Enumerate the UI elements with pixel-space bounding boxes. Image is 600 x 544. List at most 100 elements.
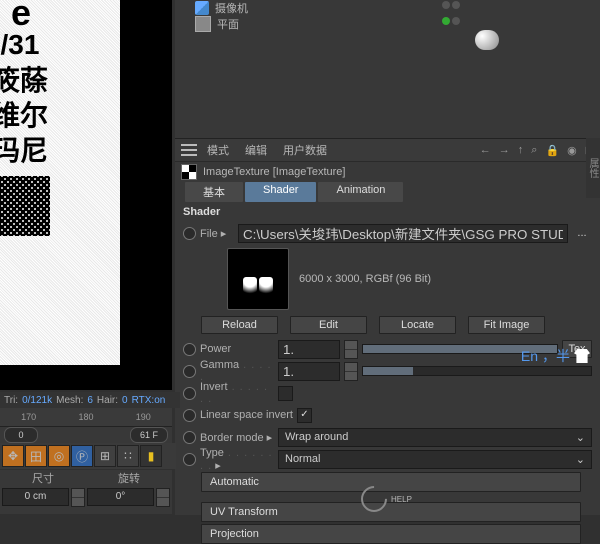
anim-dot[interactable] xyxy=(183,431,196,444)
edit-button[interactable]: Edit xyxy=(290,316,367,334)
new-icon[interactable]: ◉ xyxy=(567,144,577,157)
fit-image-button[interactable]: Fit Image xyxy=(468,316,545,334)
viewport[interactable]: e /31 筱蒢 维尔 玛尼 xyxy=(0,0,172,390)
timeline-ruler[interactable]: 170 180 190 xyxy=(0,408,172,427)
reload-button[interactable]: Reload xyxy=(201,316,278,334)
invert-checkbox[interactable] xyxy=(278,386,293,401)
rotation-header: 旋转 xyxy=(86,470,172,488)
file-info: 6000 x 3000, RGBf (96 Bit) xyxy=(299,273,431,285)
projection-button[interactable]: Projection xyxy=(201,524,581,544)
size-x-input[interactable]: 0 cm xyxy=(2,488,69,506)
menu-mode[interactable]: 模式 xyxy=(207,142,229,158)
hamburger-icon[interactable] xyxy=(181,144,197,156)
tool-dots-icon[interactable]: ∷ xyxy=(117,445,139,467)
tab-basic[interactable]: 基本 xyxy=(185,182,243,202)
tab-animation[interactable]: Animation xyxy=(318,182,403,202)
nav-up-icon[interactable]: ↑ xyxy=(518,144,524,157)
hair-value: 0 xyxy=(122,395,128,406)
border-mode-row: Border mode ▸ Wrap around⌄ xyxy=(175,426,600,448)
tool-axis-icon[interactable]: 田 xyxy=(25,445,47,467)
power-input[interactable] xyxy=(278,340,340,359)
preview-cn3: 玛尼 xyxy=(0,133,48,168)
gamma-spinner[interactable] xyxy=(344,362,358,381)
type-label: Type . . . . . . . . ▸ xyxy=(200,447,274,472)
material-thumb-icon[interactable] xyxy=(475,30,499,50)
linear-invert-row: Linear space invert ✓ xyxy=(175,404,600,426)
gamma-slider[interactable] xyxy=(362,366,592,376)
tool-circle-icon[interactable]: ◎ xyxy=(48,445,70,467)
chevron-down-icon: ⌄ xyxy=(576,431,585,444)
timeline[interactable]: 170 180 190 0 61 F xyxy=(0,408,172,443)
preview-date: /31 xyxy=(1,29,40,61)
fps-display[interactable]: 61 F xyxy=(130,427,168,443)
power-spinner[interactable] xyxy=(344,340,358,359)
object-title: ImageTexture [ImageTexture] xyxy=(203,166,345,178)
hierarchy-row-plane[interactable]: 平面 xyxy=(175,16,600,32)
chevron-down-icon: ⌄ xyxy=(576,453,585,466)
anim-dot[interactable] xyxy=(183,409,196,422)
tick: 170 xyxy=(21,412,36,422)
nav-back-icon[interactable]: ← xyxy=(480,144,491,157)
tool-p-icon[interactable]: Ⓟ xyxy=(71,445,93,467)
visibility-dots[interactable] xyxy=(442,1,480,15)
tab-shader[interactable]: Shader xyxy=(245,182,316,202)
tool-move-icon[interactable]: ✥ xyxy=(2,445,24,467)
anim-dot[interactable] xyxy=(183,453,196,466)
search-icon[interactable]: ⌕ xyxy=(531,144,537,157)
side-tab[interactable]: 属性 xyxy=(586,138,600,198)
tool-render-icon[interactable]: ▮ xyxy=(140,445,162,467)
camera-label: 摄像机 xyxy=(215,0,248,16)
ime-text: ，半 xyxy=(542,346,570,366)
menu-edit[interactable]: 编辑 xyxy=(245,142,267,158)
menu-userdata[interactable]: 用户数据 xyxy=(283,142,327,158)
invert-label: Invert . . . . . . . xyxy=(200,381,274,405)
invert-row: Invert . . . . . . . xyxy=(175,382,600,404)
preview-cn2: 维尔 xyxy=(0,98,48,133)
qr-code xyxy=(0,176,50,236)
help-label: HELP xyxy=(391,495,412,504)
section-shader: Shader xyxy=(175,202,600,222)
hierarchy-row-camera[interactable]: 摄像机 xyxy=(175,0,600,16)
plane-label: 平面 xyxy=(217,16,239,32)
gamma-input[interactable] xyxy=(278,362,340,381)
file-path-input[interactable] xyxy=(238,224,568,243)
type-row: Type . . . . . . . . ▸ Normal⌄ xyxy=(175,448,600,470)
anim-dot[interactable] xyxy=(183,365,196,378)
shirt-icon xyxy=(574,349,590,363)
attr-toolbar: 模式 编辑 用户数据 ← → ↑ ⌕ 🔒 ◉ ⊞ xyxy=(175,139,600,162)
size-header: 尺寸 xyxy=(0,470,86,488)
object-manager[interactable]: 摄像机 平面 xyxy=(175,0,600,138)
ime-overlay: En ，半 xyxy=(521,346,590,366)
tick: 180 xyxy=(78,412,93,422)
status-bar: Tri: 0/121k Mesh: 6 Hair: 0 RTX:on xyxy=(0,392,180,408)
rot-x-input[interactable]: 0° xyxy=(87,488,154,506)
lock-icon[interactable]: 🔒 xyxy=(545,144,559,157)
plane-icon xyxy=(195,16,211,32)
current-frame[interactable]: 0 xyxy=(4,427,38,443)
preview-text: e xyxy=(11,0,29,31)
attribute-manager: 模式 编辑 用户数据 ← → ↑ ⌕ 🔒 ◉ ⊞ ImageTexture [I… xyxy=(175,138,600,515)
rtx-value: RTX:on xyxy=(132,395,166,406)
preview-cn1: 筱蒢 xyxy=(0,63,48,98)
tool-palette: ✥ 田 ◎ Ⓟ ⊞ ∷ ▮ xyxy=(0,443,176,469)
anim-dot[interactable] xyxy=(183,387,196,400)
spinner[interactable] xyxy=(71,488,85,507)
help-region[interactable]: HELP xyxy=(361,485,421,513)
locate-button[interactable]: Locate xyxy=(379,316,456,334)
coordinates-panel: 尺寸 旋转 0 cm 0° xyxy=(0,470,172,514)
anim-dot[interactable] xyxy=(183,227,196,240)
anim-dot[interactable] xyxy=(183,343,196,356)
border-mode-dropdown[interactable]: Wrap around⌄ xyxy=(278,428,592,447)
tri-value: 0/121k xyxy=(22,395,52,406)
mesh-value: 6 xyxy=(87,395,93,406)
spinner[interactable] xyxy=(156,488,170,507)
gamma-label: Gamma . . . . . xyxy=(200,359,274,383)
type-dropdown[interactable]: Normal⌄ xyxy=(278,450,592,469)
nav-next-icon[interactable]: → xyxy=(499,144,510,157)
visibility-dots[interactable] xyxy=(442,17,480,31)
tri-label: Tri: xyxy=(4,395,18,406)
tool-grid-icon[interactable]: ⊞ xyxy=(94,445,116,467)
linear-invert-checkbox[interactable]: ✓ xyxy=(297,408,312,423)
file-browse-button[interactable]: ... xyxy=(572,227,592,239)
texture-preview[interactable] xyxy=(227,248,289,310)
